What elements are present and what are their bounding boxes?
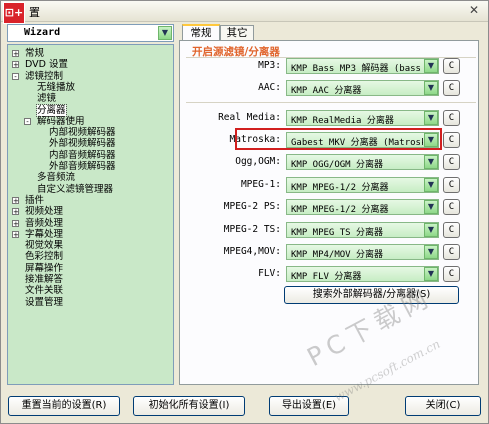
config-button[interactable]: C	[443, 266, 460, 282]
row-label: MPEG4,MOV:	[223, 246, 281, 257]
splitter-select-value: KMP MPEG TS 分离器	[291, 228, 384, 238]
tree-expander-icon[interactable]: +	[12, 196, 19, 204]
tree-item[interactable]: 字幕处理	[25, 229, 63, 240]
tree-item[interactable]: 内部视频解码器	[49, 127, 116, 138]
tree-item[interactable]: 常规	[25, 48, 44, 59]
chevron-down-icon[interactable]: ▼	[424, 245, 438, 259]
splitter-select-value: KMP MP4/MOV 分离器	[291, 250, 384, 260]
chevron-down-icon[interactable]: ▼	[424, 81, 438, 95]
row-label: Ogg,OGM:	[235, 156, 281, 167]
tree-item[interactable]: 插件	[25, 195, 44, 206]
initialize-all-button[interactable]: 初始化所有设置(I)	[133, 396, 245, 416]
row-label: MPEG-1:	[240, 179, 281, 190]
chevron-down-icon[interactable]: ▼	[424, 59, 438, 73]
reset-current-button[interactable]: 重置当前的设置(R)	[8, 396, 120, 416]
config-button[interactable]: C	[443, 177, 460, 193]
close-button[interactable]: 关闭(C)	[405, 396, 481, 416]
row-label: MPEG-2 TS:	[223, 224, 281, 235]
tree-item[interactable]: 视觉效果	[25, 240, 63, 251]
splitter-select-value: KMP OGG/OGM 分离器	[291, 160, 384, 170]
tree-item[interactable]: 外部音频解码器	[49, 161, 116, 172]
config-button[interactable]: C	[443, 154, 460, 170]
tree-item[interactable]: 自定义滤镜管理器	[37, 184, 113, 195]
tree-item[interactable]: 解码器使用	[37, 116, 85, 127]
tree-item[interactable]: 接准解答	[25, 274, 63, 285]
tree-item[interactable]: 色彩控制	[25, 251, 63, 262]
chevron-down-icon[interactable]: ▼	[424, 267, 438, 281]
splitter-select[interactable]: KMP MP4/MOV 分离器 ▼	[286, 244, 439, 260]
splitter-select-value: KMP Bass MP3 解码器 (bass.dll)	[291, 64, 423, 74]
splitter-select[interactable]: KMP OGG/OGM 分离器 ▼	[286, 154, 439, 170]
chevron-down-icon[interactable]: ▼	[424, 223, 438, 237]
tree-item[interactable]: 滤镜	[37, 93, 56, 104]
tree-item[interactable]: 滤镜控制	[25, 71, 63, 82]
chevron-down-icon[interactable]: ▼	[424, 155, 438, 169]
tree-item[interactable]: 音频处理	[25, 218, 63, 229]
splitter-select-value: KMP MPEG-1/2 分离器	[291, 205, 389, 215]
splitter-select-value: KMP FLV 分离器	[291, 272, 362, 282]
tab-general[interactable]: 常规	[182, 24, 220, 41]
splitter-select[interactable]: KMP AAC 分离器 ▼	[286, 80, 439, 96]
tree-expander-icon[interactable]: -	[12, 72, 19, 80]
tree-expander-icon[interactable]: +	[12, 208, 19, 216]
matroska-highlight-box	[235, 128, 442, 150]
tree-expander-icon[interactable]: +	[12, 219, 19, 227]
splitter-select-value: KMP RealMedia 分离器	[291, 116, 394, 126]
tree-item[interactable]: 外部视频解码器	[49, 138, 116, 149]
chevron-down-icon[interactable]: ▼	[424, 111, 438, 125]
title-bar: 置 ✕	[1, 1, 488, 22]
tree-expander-icon[interactable]: -	[24, 117, 31, 125]
splitter-select-value: KMP MPEG-1/2 分离器	[291, 183, 389, 193]
tree-expander-icon[interactable]: +	[12, 61, 19, 69]
splitter-select[interactable]: KMP MPEG TS 分离器 ▼	[286, 222, 439, 238]
config-button[interactable]: C	[443, 199, 460, 215]
splitter-select[interactable]: KMP Bass MP3 解码器 (bass.dll)▼	[286, 58, 439, 74]
chevron-down-icon[interactable]: ▼	[158, 26, 172, 40]
tree-item[interactable]: 文件关联	[25, 285, 63, 296]
row-label: MPEG-2 PS:	[223, 201, 281, 212]
settings-tree[interactable]: + 常规 + DVD 设置 - 滤镜控制 无缝播放 滤镜 分离器 - 解码器使用 内部视频解码器 外部视…	[7, 44, 174, 385]
tree-item[interactable]: 设置管理	[25, 297, 63, 308]
tree-item[interactable]: 无缝播放	[37, 82, 75, 93]
window-title: 置	[29, 6, 40, 19]
config-button[interactable]: C	[443, 80, 460, 96]
splitter-select[interactable]: KMP RealMedia 分离器 ▼	[286, 110, 439, 126]
divider	[186, 102, 476, 103]
tree-expander-icon[interactable]: +	[12, 50, 19, 58]
config-button[interactable]: C	[443, 222, 460, 238]
tree-expander-icon[interactable]: +	[12, 230, 19, 238]
config-button[interactable]: C	[443, 58, 460, 74]
chevron-down-icon[interactable]: ▼	[424, 200, 438, 214]
app-logo-icon: ⊡+	[3, 2, 25, 24]
splitter-select[interactable]: KMP MPEG-1/2 分离器 ▼	[286, 177, 439, 193]
preset-select[interactable]: Wizard ▼	[7, 24, 174, 42]
tree-item[interactable]: DVD 设置	[25, 59, 68, 70]
chevron-down-icon[interactable]: ▼	[424, 178, 438, 192]
row-label: Real Media:	[218, 112, 281, 123]
preset-value: Wizard	[24, 27, 61, 38]
tree-item[interactable]: 多音频流	[37, 172, 75, 183]
tree-item[interactable]: 视频处理	[25, 206, 63, 217]
config-button[interactable]: C	[443, 132, 460, 148]
config-button[interactable]: C	[443, 244, 460, 260]
config-button[interactable]: C	[443, 110, 460, 126]
splitter-select-value: KMP AAC 分离器	[291, 86, 362, 96]
tree-item[interactable]: 分离器	[36, 103, 67, 117]
tree-item[interactable]: 屏幕操作	[25, 263, 63, 274]
close-icon[interactable]: ✕	[466, 3, 482, 18]
tab-other[interactable]: 其它	[220, 25, 254, 40]
splitter-select[interactable]: KMP MPEG-1/2 分离器 ▼	[286, 199, 439, 215]
row-label: MP3:	[258, 60, 281, 71]
tree-item[interactable]: 内部音频解码器	[49, 150, 116, 161]
row-label: FLV:	[258, 268, 281, 279]
row-label: AAC:	[258, 82, 281, 93]
